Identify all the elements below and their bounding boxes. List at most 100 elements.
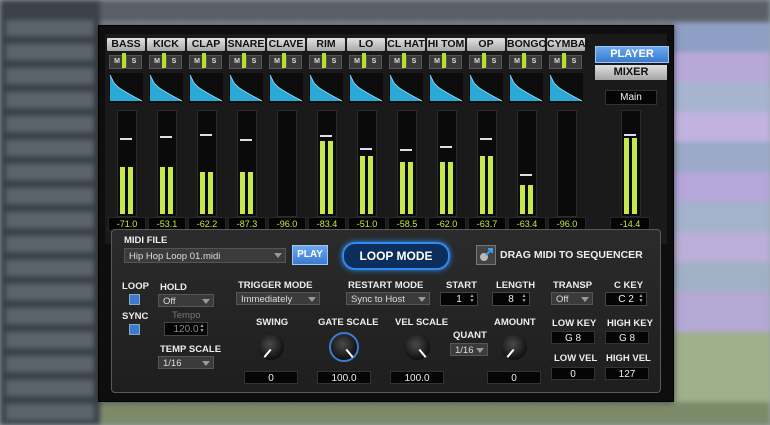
sync-label: SYNC (122, 311, 149, 322)
trigger-mode-value: Immediately (241, 294, 293, 305)
channel-strip: HI TOM M S -62.0 (427, 34, 466, 244)
envelope-display[interactable] (469, 73, 503, 103)
solo-button[interactable]: S (566, 55, 582, 69)
track-list-background (0, 0, 100, 425)
quant-label: QUANT (453, 330, 487, 341)
channel-name[interactable]: BONGO (507, 38, 547, 51)
channel-strip: CLAVE M S -96.0 (267, 34, 306, 244)
restart-mode-select[interactable]: Sync to Host (346, 292, 430, 305)
low-key-value[interactable]: G 8 (551, 331, 595, 344)
envelope-display[interactable] (389, 73, 423, 103)
hold-value: Off (163, 296, 176, 307)
channel-name[interactable]: KICK (147, 38, 185, 51)
solo-button[interactable]: S (286, 55, 302, 69)
envelope-display[interactable] (549, 73, 583, 103)
channel-meter (317, 110, 337, 217)
tempo-value: 120.0 (173, 324, 199, 335)
channel-name[interactable]: LO TOM (347, 38, 385, 63)
high-vel-value[interactable]: 127 (605, 367, 649, 380)
swing-label: SWING (256, 317, 289, 328)
mixer-tab-button[interactable]: MIXER (595, 65, 667, 80)
player-control-panel: MIDI FILE Hip Hop Loop 01.midi PLAY LOOP… (111, 229, 661, 393)
transp-value: Off (556, 294, 569, 305)
c-key-field[interactable]: C 2 ▲ ▼ (605, 292, 647, 306)
midi-file-value: Hip Hop Loop 01.midi (129, 251, 221, 262)
chevron-down-icon (274, 253, 282, 258)
channel-strip: RIM M S -83.4 (307, 34, 346, 244)
vel-scale-knob[interactable] (402, 332, 432, 362)
envelope-display[interactable] (149, 73, 183, 103)
gate-scale-knob[interactable] (329, 332, 359, 362)
sync-checkbox[interactable] (129, 324, 140, 335)
main-bus-label: Main (605, 90, 657, 105)
loop-checkbox[interactable] (129, 294, 140, 305)
envelope-display[interactable] (309, 73, 343, 103)
channel-strip: OP HATMS-63.7 (467, 34, 506, 244)
solo-button[interactable]: S (486, 55, 502, 69)
envelope-display[interactable] (109, 73, 143, 103)
transp-select[interactable]: Off (551, 292, 593, 305)
channel-name[interactable]: CLAVE (267, 38, 305, 51)
envelope-display[interactable] (349, 73, 383, 103)
low-vel-label: LOW VEL (554, 353, 598, 364)
hold-label: HOLD (160, 282, 187, 293)
hold-select[interactable]: Off (158, 294, 214, 307)
drag-midi-icon[interactable] (476, 245, 496, 265)
envelope-display[interactable] (509, 73, 543, 103)
envelope-display[interactable] (429, 73, 463, 103)
solo-button[interactable]: S (406, 55, 422, 69)
length-value: 8 (508, 294, 514, 305)
channel-name[interactable]: CLAP (187, 38, 225, 51)
channel-strip: SNARE M S -87.3 (227, 34, 266, 244)
envelope-display[interactable] (229, 73, 263, 103)
solo-button[interactable]: S (126, 55, 142, 69)
envelope-display[interactable] (189, 73, 223, 103)
length-field[interactable]: 8 ▲ ▼ (492, 292, 530, 306)
low-vel-value[interactable]: 0 (551, 367, 595, 380)
high-vel-label: HIGH VEL (606, 353, 651, 364)
channel-meter (477, 110, 497, 217)
channel-mixer: BASS M S -71.0 KICK M S -53.1 CLAP M S -62.2 SNARE M S… (105, 34, 669, 244)
start-field[interactable]: 1 ▲ ▼ (440, 292, 478, 306)
channel-strip: CL HAT M S -58.5 (387, 34, 426, 244)
restart-mode-value: Sync to Host (351, 294, 405, 305)
channel-name[interactable]: RIM (307, 38, 345, 51)
restart-mode-label: RESTART MODE (348, 280, 424, 291)
tempo-field[interactable]: 120.0 ▲ ▼ (164, 322, 208, 336)
loop-label: LOOP (122, 281, 149, 292)
channel-name[interactable]: OP HAT (467, 38, 505, 63)
solo-button[interactable]: S (246, 55, 262, 69)
solo-button[interactable]: S (206, 55, 222, 69)
trigger-mode-select[interactable]: Immediately (236, 292, 320, 305)
midi-file-label: MIDI FILE (124, 235, 168, 246)
solo-button[interactable]: S (166, 55, 182, 69)
swing-knob[interactable] (256, 332, 286, 362)
channel-meter (557, 110, 577, 217)
amount-knob[interactable] (499, 332, 529, 362)
solo-button[interactable]: S (326, 55, 342, 69)
play-button[interactable]: PLAY (292, 245, 328, 265)
solo-button[interactable]: S (366, 55, 382, 69)
loop-mode-button[interactable]: LOOP MODE (342, 242, 450, 270)
drag-midi-label[interactable]: DRAG MIDI TO SEQUENCER (500, 249, 643, 261)
channel-name[interactable]: SNARE (227, 38, 265, 51)
channel-name[interactable]: HI TOM (427, 38, 465, 51)
channel-meter (197, 110, 217, 217)
channel-strip: CLAP M S -62.2 (187, 34, 226, 244)
quant-select[interactable]: 1/16 (450, 343, 488, 356)
swing-value: 0 (244, 371, 298, 384)
channel-name[interactable]: CL HAT (387, 38, 425, 51)
solo-button[interactable]: S (526, 55, 542, 69)
c-key-label: C KEY (614, 280, 644, 291)
start-value: 1 (456, 294, 462, 305)
midi-file-select[interactable]: Hip Hop Loop 01.midi (124, 248, 286, 263)
solo-button[interactable]: S (446, 55, 462, 69)
envelope-display[interactable] (269, 73, 303, 103)
channel-name[interactable]: CYMBAL (547, 38, 592, 51)
channel-name[interactable]: BASS (107, 38, 145, 51)
player-tab-button[interactable]: PLAYER (595, 46, 669, 63)
trigger-mode-label: TRIGGER MODE (238, 280, 313, 291)
high-key-value[interactable]: G 8 (605, 331, 649, 344)
temp-scale-select[interactable]: 1/16 (158, 356, 214, 369)
channel-meter (517, 110, 537, 217)
